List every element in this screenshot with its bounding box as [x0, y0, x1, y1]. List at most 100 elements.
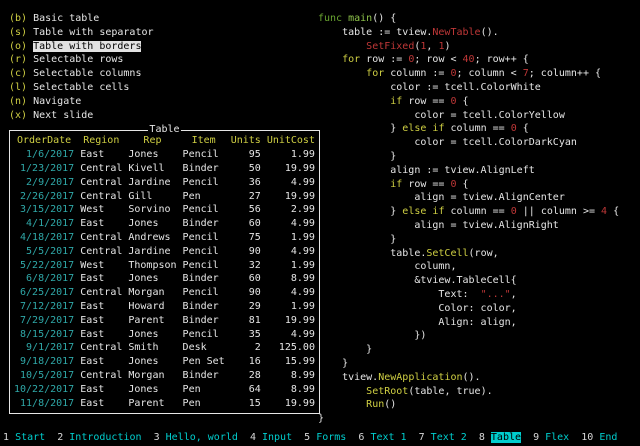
table-cell: Binder — [183, 369, 225, 383]
code-token — [318, 68, 366, 79]
code-line: table := tview.NewTable(). — [318, 26, 619, 40]
code-token: 40 — [463, 54, 475, 65]
tab-forms[interactable]: 5 Forms — [304, 432, 346, 443]
table-cell: 7/29/2017 — [14, 314, 74, 328]
table-cell: 56 — [231, 203, 261, 217]
table-row: 10/22/2017EastJonesPen648.99 — [14, 383, 315, 397]
code-token: } — [318, 413, 324, 424]
tab-hello-world[interactable]: 3 Hello, world — [154, 432, 238, 443]
table-cell: Pencil — [183, 245, 225, 259]
tab-text-2[interactable]: 7 Text 2 — [419, 432, 467, 443]
menu-item-selectable-columns[interactable]: (c) Selectable columns — [9, 67, 320, 81]
table-cell: East — [80, 272, 122, 286]
table-cell: 1/6/2017 — [14, 148, 74, 162]
menu-item-shortcut: (o) — [9, 41, 27, 52]
code-token: table := tview. — [318, 27, 432, 38]
table-cell: 4.99 — [267, 328, 315, 342]
tab-end[interactable]: 10 End — [581, 432, 617, 443]
table-header-cell: UnitCost — [267, 134, 315, 148]
table-title: Table — [148, 123, 180, 137]
table-cell: Binder — [183, 162, 225, 176]
table-cell: Jones — [128, 328, 176, 342]
code-line: } else if column == 0 { — [318, 122, 619, 136]
code-token: column == — [444, 206, 510, 217]
code-line: Run() — [318, 398, 619, 412]
table-cell: 1.99 — [267, 300, 315, 314]
tab-text-1[interactable]: 6 Text 1 — [358, 432, 406, 443]
code-token: (table, true). — [408, 386, 492, 397]
table-cell: Pencil — [183, 176, 225, 190]
code-line: color = tcell.ColorYellow — [318, 109, 619, 123]
code-token — [318, 41, 366, 52]
table-cell: 8.99 — [267, 272, 315, 286]
code-token: column == — [444, 123, 510, 134]
menu-item-basic-table[interactable]: (b) Basic table — [9, 12, 320, 26]
code-token: } — [318, 234, 396, 245]
menu-item-table-with-borders[interactable]: (o) Table with borders — [9, 40, 320, 54]
terminal-screen: (b) Basic table(s) Table with separator(… — [0, 0, 640, 446]
tab-number: 4 — [250, 432, 256, 443]
code-token: }) — [318, 330, 426, 341]
code-token: (row, — [469, 248, 499, 259]
menu-item-label: Table with separator — [33, 27, 153, 38]
table-row: 7/12/2017EastHowardBinder291.99 — [14, 300, 315, 314]
table-cell: 60 — [231, 272, 261, 286]
table-cell: 2 — [231, 341, 261, 355]
menu-item-selectable-cells[interactable]: (l) Selectable cells — [9, 81, 320, 95]
table-cell: 90 — [231, 286, 261, 300]
tab-number: 1 — [3, 432, 9, 443]
table-row: 2/9/2017CentralJardinePencil364.99 — [14, 176, 315, 190]
table-cell: Pencil — [183, 148, 225, 162]
table-row: 3/15/2017WestSorvinoPencil562.99 — [14, 203, 315, 217]
code-line: } — [318, 412, 619, 426]
tab-number: 9 — [533, 432, 539, 443]
tab-label: Hello, world — [166, 432, 238, 443]
menu-item-selectable-rows[interactable]: (r) Selectable rows — [9, 53, 320, 67]
code-token: { — [457, 96, 469, 107]
menu-item-navigate[interactable]: (n) Navigate — [9, 95, 320, 109]
code-token: } — [318, 206, 402, 217]
table-row: 4/18/2017CentralAndrewsPencil751.99 — [14, 231, 315, 245]
code-token: SetFixed — [366, 41, 414, 52]
table-cell: East — [80, 300, 122, 314]
table-cell: 5/5/2017 — [14, 245, 74, 259]
code-panel: func main() { table := tview.NewTable().… — [318, 12, 619, 426]
table-row: 2/26/2017CentralGillPen2719.99 — [14, 190, 315, 204]
code-token: main — [348, 13, 372, 24]
table-cell: Pen — [183, 383, 225, 397]
table-cell: 19.99 — [267, 314, 315, 328]
table-cell: 90 — [231, 245, 261, 259]
table-cell: Pen — [183, 397, 225, 411]
table-cell: 2.99 — [267, 203, 315, 217]
table-row: 9/18/2017EastJonesPen Set1615.99 — [14, 355, 315, 369]
table-cell: 10/5/2017 — [14, 369, 74, 383]
code-token: "..." — [481, 289, 511, 300]
table-cell: Gill — [128, 190, 176, 204]
menu-item-label: Next slide — [33, 110, 93, 121]
table-row: 7/29/2017EastParentBinder8119.99 — [14, 314, 315, 328]
code-token: else — [402, 123, 426, 134]
table-cell: 9/18/2017 — [14, 355, 74, 369]
tab-flex[interactable]: 9 Flex — [533, 432, 569, 443]
menu-item-table-with-separator[interactable]: (s) Table with separator — [9, 26, 320, 40]
tab-label: Flex — [545, 432, 569, 443]
table-cell: 29 — [231, 300, 261, 314]
table-cell: West — [80, 203, 122, 217]
table-cell: 4.99 — [267, 176, 315, 190]
code-token: SetRoot — [366, 386, 408, 397]
tab-label: Table — [491, 432, 521, 443]
code-token: else — [402, 206, 426, 217]
table-cell: Pencil — [183, 259, 225, 273]
code-token: for — [342, 54, 360, 65]
tab-table[interactable]: 8 Table — [479, 432, 521, 443]
menu-item-next-slide[interactable]: (x) Next slide — [9, 109, 320, 123]
table-cell: 125.00 — [267, 341, 315, 355]
tab-introduction[interactable]: 2 Introduction — [57, 432, 141, 443]
code-token: for — [366, 68, 384, 79]
table-cell: 81 — [231, 314, 261, 328]
table-cell: West — [80, 259, 122, 273]
tab-start[interactable]: 1 Start — [3, 432, 45, 443]
tab-input[interactable]: 4 Input — [250, 432, 292, 443]
code-token — [318, 54, 342, 65]
table-cell: 60 — [231, 217, 261, 231]
